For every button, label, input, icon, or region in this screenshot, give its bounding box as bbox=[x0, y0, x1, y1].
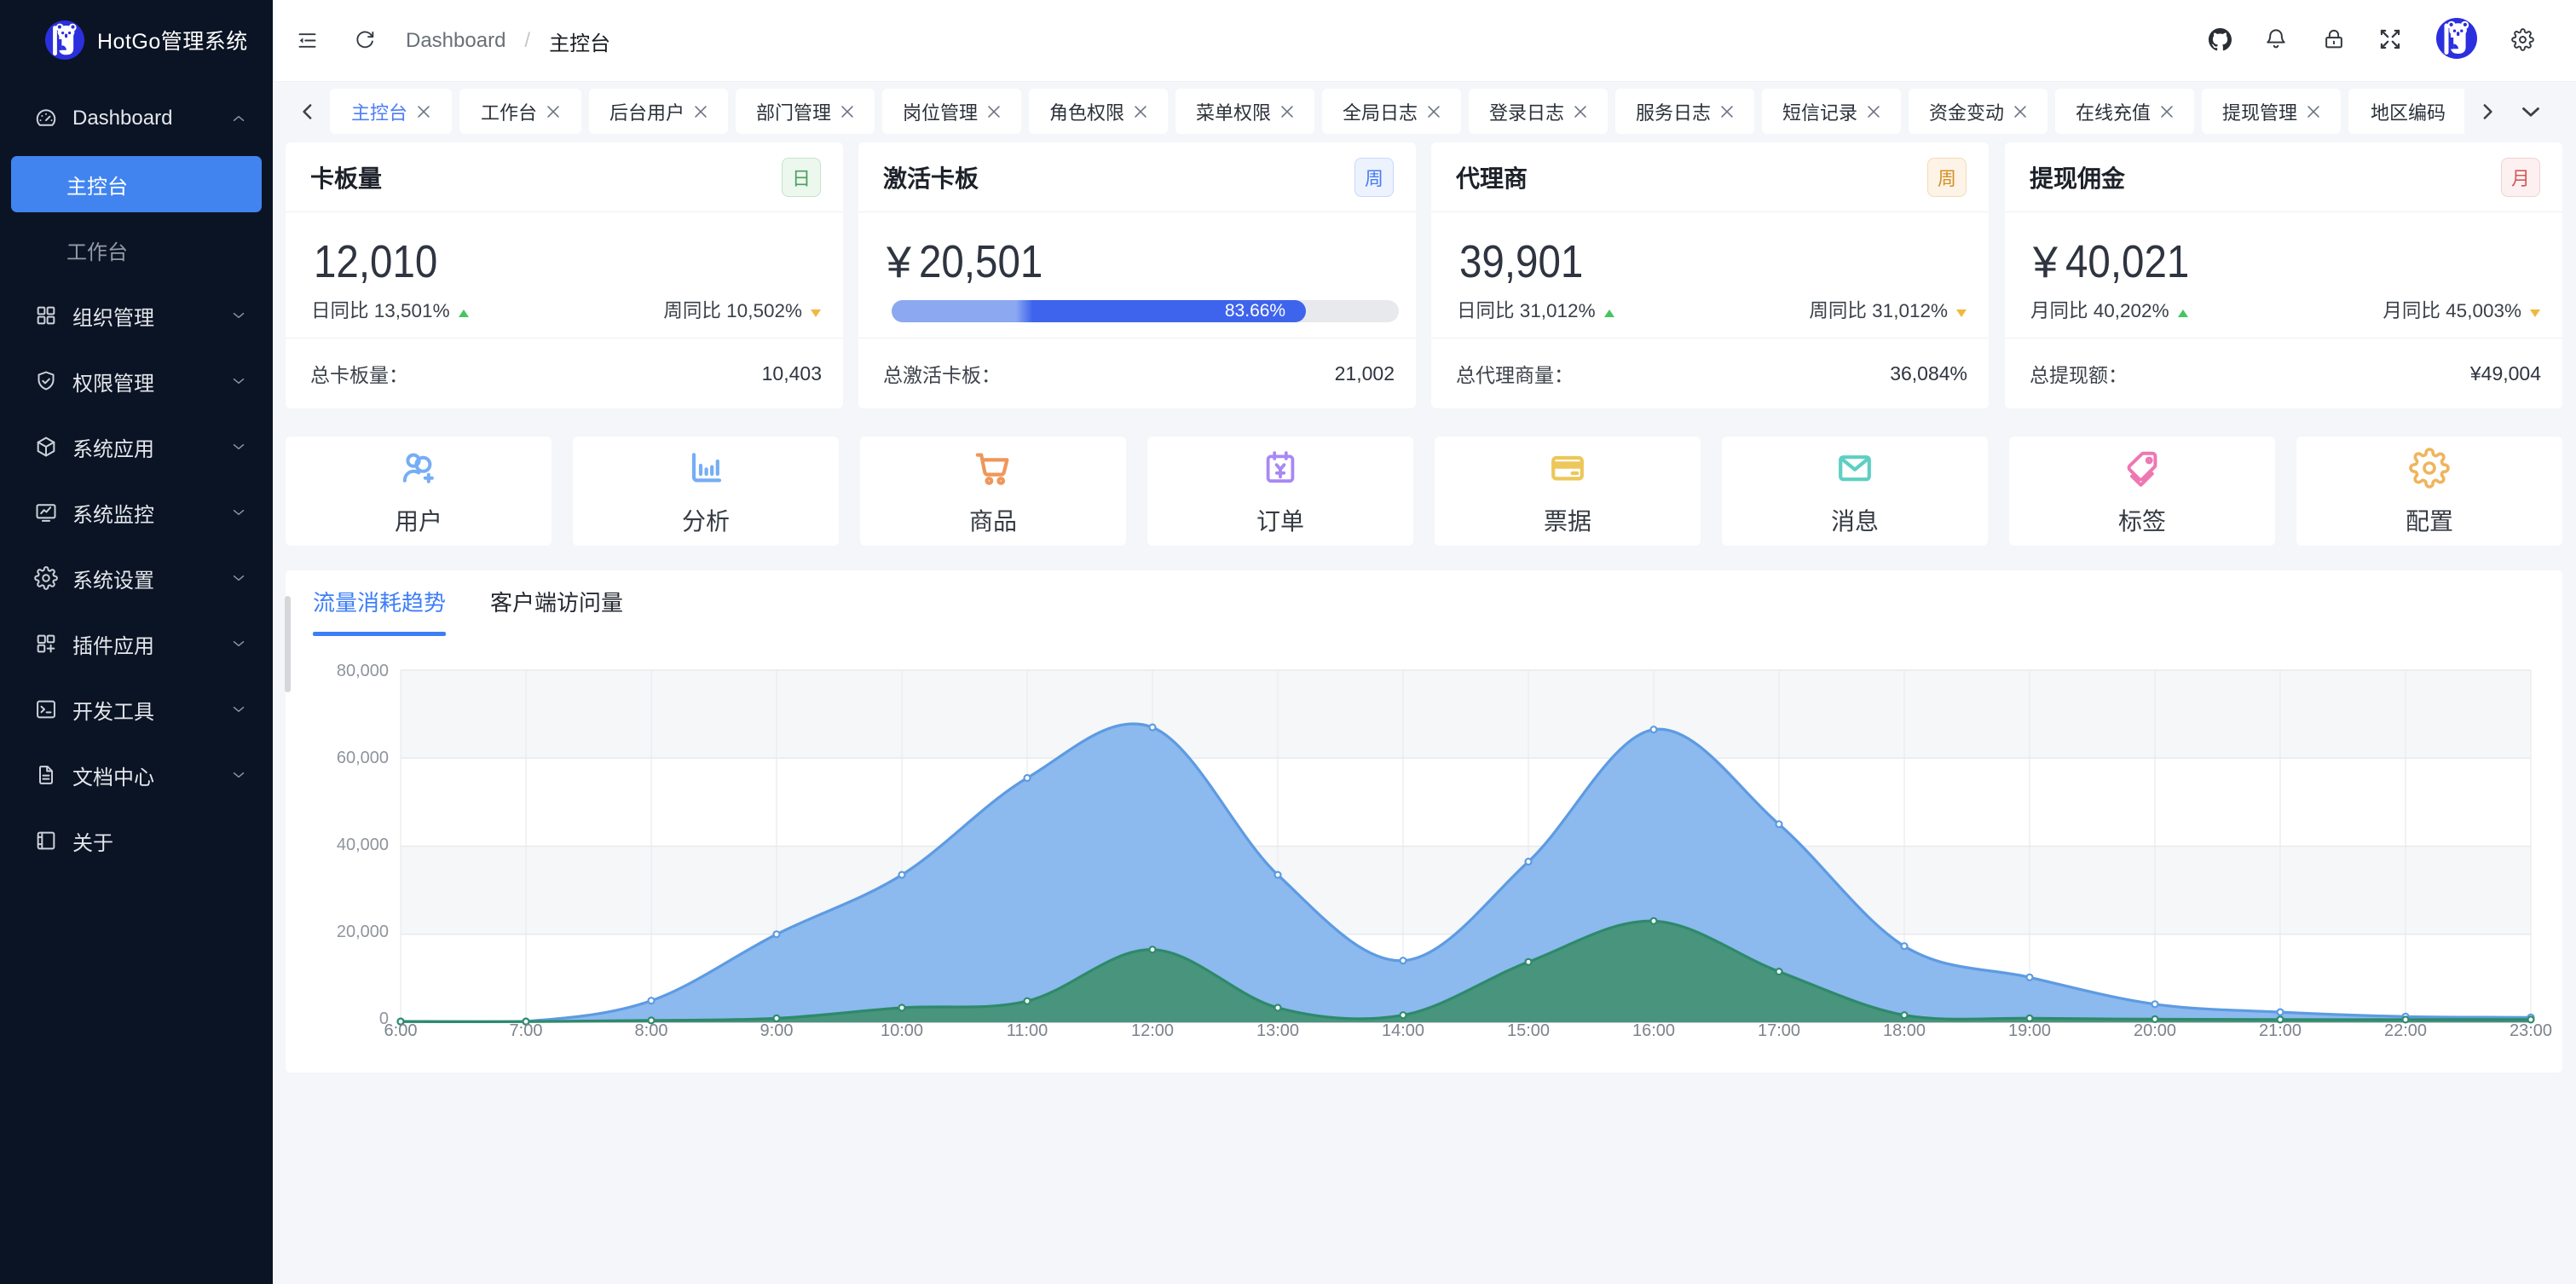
svg-text:10:00: 10:00 bbox=[881, 1021, 923, 1040]
svg-text:12:00: 12:00 bbox=[1131, 1021, 1174, 1040]
svg-text:20,000: 20,000 bbox=[337, 923, 389, 941]
svg-text:22:00: 22:00 bbox=[2384, 1021, 2427, 1040]
svg-text:23:00: 23:00 bbox=[2510, 1021, 2552, 1040]
svg-text:6:00: 6:00 bbox=[384, 1021, 418, 1040]
svg-text:13:00: 13:00 bbox=[1256, 1021, 1299, 1040]
svg-text:18:00: 18:00 bbox=[1883, 1021, 1926, 1040]
svg-text:17:00: 17:00 bbox=[1758, 1021, 1800, 1040]
svg-text:19:00: 19:00 bbox=[2008, 1021, 2051, 1040]
svg-text:11:00: 11:00 bbox=[1007, 1021, 1048, 1040]
svg-text:7:00: 7:00 bbox=[510, 1021, 543, 1040]
svg-text:14:00: 14:00 bbox=[1382, 1021, 1424, 1040]
svg-text:9:00: 9:00 bbox=[760, 1021, 794, 1040]
svg-text:80,000: 80,000 bbox=[337, 662, 389, 680]
svg-text:20:00: 20:00 bbox=[2134, 1021, 2176, 1040]
svg-text:8:00: 8:00 bbox=[635, 1021, 668, 1040]
svg-text:60,000: 60,000 bbox=[337, 749, 389, 767]
svg-text:16:00: 16:00 bbox=[1632, 1021, 1675, 1040]
svg-text:40,000: 40,000 bbox=[337, 836, 389, 854]
svg-text:15:00: 15:00 bbox=[1507, 1021, 1550, 1040]
svg-text:21:00: 21:00 bbox=[2259, 1021, 2302, 1040]
